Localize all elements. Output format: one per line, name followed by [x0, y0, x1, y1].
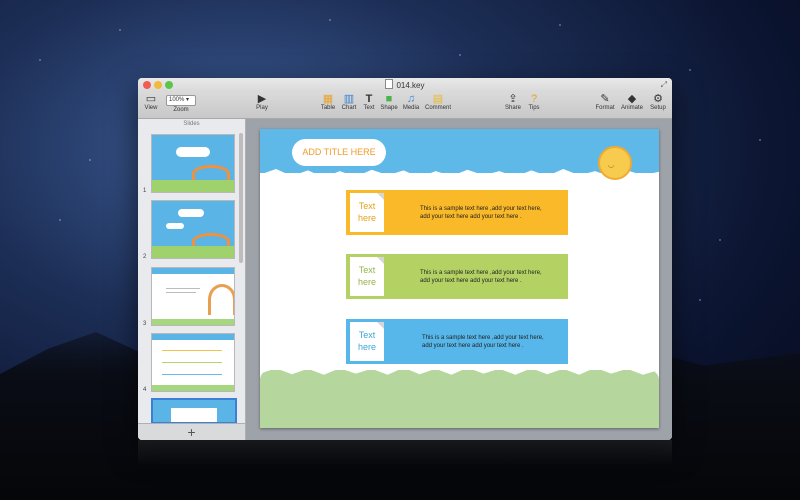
share-label: Share [504, 105, 521, 111]
animate-button[interactable]: ◆ Animate [619, 93, 645, 111]
sticky-note-label: Text here [350, 257, 384, 296]
sticky-note-label: Text here [350, 193, 384, 232]
bar-description: This is a sample text here ,add your tex… [422, 334, 544, 350]
text-bar-green[interactable]: Text here This is a sample text here ,ad… [346, 254, 568, 299]
document-icon [385, 79, 394, 89]
navigator-scrollbar[interactable] [239, 133, 243, 263]
note-line-2: here [357, 213, 376, 223]
description-line-2: add your text here add your text here . [420, 214, 522, 220]
thumbnail-number: 4 [143, 387, 147, 393]
tips-label: Tips [528, 105, 540, 111]
bar-description: This is a sample text here ,add your tex… [420, 269, 542, 285]
note-line-2: here [357, 277, 376, 287]
note-line-1: Text [358, 330, 376, 340]
slides-header: Slides [183, 121, 200, 127]
description-line-2: add your text here add your text here . [420, 278, 522, 284]
text-button[interactable]: T Text [361, 93, 377, 111]
paintbrush-icon: ✎ [600, 93, 610, 105]
slide-thumbnail-image [151, 333, 235, 392]
animate-icon: ◆ [627, 93, 637, 105]
text-label: Text [363, 105, 375, 111]
bar-description: This is a sample text here ,add your tex… [420, 205, 542, 221]
gear-icon: ⚙ [653, 93, 663, 105]
thumbnail-number: 2 [143, 254, 147, 260]
slide-thumbnail-image [151, 398, 237, 424]
note-line-1: Text [358, 265, 376, 275]
zoom-value: 100% [169, 97, 185, 103]
slide-navigator: Slides 1 2 3 4 + [138, 119, 246, 440]
grass-hill [260, 370, 659, 428]
chart-label: Chart [341, 105, 357, 111]
animate-label: Animate [620, 105, 643, 111]
media-label: Media [402, 105, 420, 111]
slide-thumbnail-image [151, 134, 235, 193]
text-bar-blue[interactable]: Text here This is a sample text here ,ad… [346, 319, 568, 364]
description-line-2: add your text here add your text here . [422, 343, 524, 349]
window-title: 014.key [138, 79, 672, 90]
keynote-window: 014.key ⤢ ▭ View 100% ▾ Zoom ▶ Play ▦ Ta… [138, 78, 672, 440]
fullscreen-icon[interactable]: ⤢ [661, 80, 667, 90]
view-icon: ▭ [145, 93, 157, 105]
thumbnail-number: 3 [143, 321, 147, 327]
play-label: Play [256, 105, 268, 111]
add-slide-button[interactable]: + [138, 423, 245, 440]
text-bar-yellow[interactable]: Text here This is a sample text here ,ad… [346, 190, 568, 235]
share-button[interactable]: ⇪ Share [504, 93, 522, 111]
shape-icon: ■ [385, 93, 393, 105]
table-button[interactable]: ▦ Table [319, 93, 337, 111]
slide-thumbnail-image [151, 267, 235, 326]
toolbar: ▭ View 100% ▾ Zoom ▶ Play ▦ Table ▥ Char… [138, 92, 672, 119]
play-icon: ▶ [257, 93, 267, 105]
comment-button[interactable]: ▤ Comment [424, 93, 452, 111]
table-label: Table [320, 105, 336, 111]
title-bar[interactable]: 014.key ⤢ [138, 78, 672, 92]
note-line-1: Text [358, 201, 376, 211]
setup-label: Setup [650, 105, 666, 111]
tips-button[interactable]: ? Tips [526, 93, 542, 111]
slide-canvas: ADD TITLE HERE ◡ Text here This is a sam… [246, 119, 672, 440]
table-icon: ▦ [322, 93, 334, 105]
chart-icon: ▥ [343, 93, 355, 105]
description-line-1: This is a sample text here ,add your tex… [422, 335, 544, 341]
media-button[interactable]: ♫ Media [401, 93, 421, 111]
text-icon: T [365, 93, 373, 105]
media-icon: ♫ [406, 93, 416, 105]
comment-icon: ▤ [432, 93, 444, 105]
window-reflection [138, 440, 672, 466]
window-title-text: 014.key [396, 81, 425, 90]
tips-icon: ? [530, 93, 538, 105]
thumbnail-number: 1 [143, 188, 147, 194]
current-slide[interactable]: ADD TITLE HERE ◡ Text here This is a sam… [260, 129, 659, 428]
format-label: Format [595, 105, 615, 111]
setup-button[interactable]: ⚙ Setup [648, 93, 668, 111]
sun-icon: ◡ [598, 146, 632, 180]
play-button[interactable]: ▶ Play [252, 93, 272, 111]
shape-label: Shape [380, 105, 398, 111]
chart-button[interactable]: ▥ Chart [340, 93, 358, 111]
sticky-note-label: Text here [350, 322, 384, 361]
comment-label: Comment [424, 105, 451, 111]
note-line-2: here [357, 342, 376, 352]
slide-title[interactable]: ADD TITLE HERE [292, 139, 386, 166]
share-icon: ⇪ [508, 93, 518, 105]
shape-button[interactable]: ■ Shape [380, 93, 398, 111]
description-line-1: This is a sample text here ,add your tex… [420, 270, 542, 276]
format-button[interactable]: ✎ Format [594, 93, 616, 111]
view-label: View [144, 105, 158, 111]
view-button[interactable]: ▭ View [142, 93, 160, 111]
zoom-select[interactable]: 100% ▾ [166, 95, 196, 106]
slide-thumbnail-image [151, 200, 235, 259]
zoom-control[interactable]: 100% ▾ Zoom [165, 93, 197, 113]
description-line-1: This is a sample text here ,add your tex… [420, 206, 542, 212]
zoom-label: Zoom [173, 107, 189, 113]
